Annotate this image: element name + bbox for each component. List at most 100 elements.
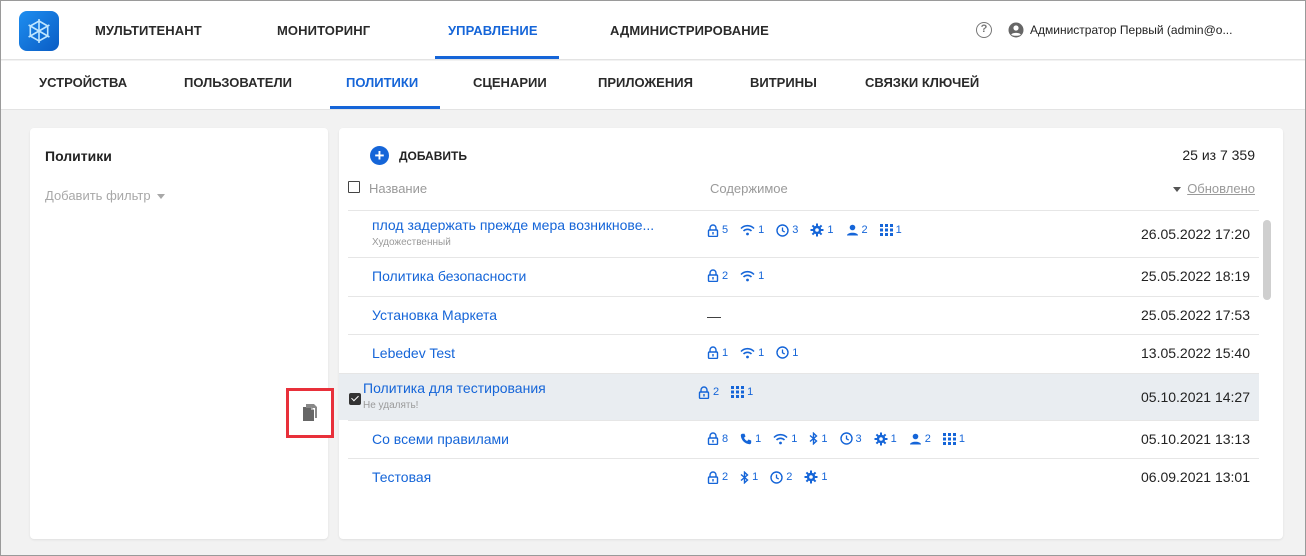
rule-count: 2 <box>713 386 720 398</box>
subnav-active-indicator <box>330 106 440 109</box>
lock-rules-count: 1 <box>707 346 728 359</box>
clock-icon <box>839 432 856 445</box>
topnav-monitoring[interactable]: МОНИТОРИНГ <box>277 23 370 38</box>
rule-count: 3 <box>855 432 862 445</box>
app-frame: МУЛЬТИТЕНАНТ МОНИТОРИНГ УПРАВЛЕНИЕ АДМИН… <box>0 0 1306 556</box>
policy-name-link[interactable]: Lebedev Test <box>372 345 455 361</box>
apps-grid-rules-count: 1 <box>879 224 902 236</box>
table-row[interactable]: Политика для тестирования Не удалять! 2 1 05… <box>339 372 1259 420</box>
rule-count: 1 <box>821 471 828 483</box>
sort-desc-icon <box>1173 187 1182 193</box>
column-header-name[interactable]: Название <box>369 181 427 196</box>
policy-name-link[interactable]: Тестовая <box>372 469 431 485</box>
policy-description: Художественный <box>372 237 451 248</box>
topnav-active-indicator <box>435 56 559 59</box>
table-row[interactable]: Lebedev Test 1 1 1 13.05.2022 15:40 <box>348 334 1259 373</box>
user-name[interactable]: Администратор Первый (admin@o... <box>1030 23 1298 37</box>
add-policy-button[interactable]: + ДОБАВИТЬ <box>370 146 467 165</box>
select-all-checkbox[interactable] <box>348 181 360 193</box>
top-bar: МУЛЬТИТЕНАНТ МОНИТОРИНГ УПРАВЛЕНИЕ АДМИН… <box>1 1 1305 60</box>
rule-count: 1 <box>890 432 897 445</box>
rule-count: 8 <box>722 432 729 445</box>
user-account-icon[interactable] <box>1008 22 1024 38</box>
rule-count: 2 <box>722 471 729 483</box>
rule-count: 5 <box>722 224 729 236</box>
topnav-management[interactable]: УПРАВЛЕНИЕ <box>448 23 538 38</box>
table-row[interactable]: плод задержать прежде мера возникнове...… <box>348 210 1259 257</box>
filter-panel-title: Политики <box>45 148 112 164</box>
apps-grid-icon <box>879 224 896 236</box>
topnav-multitenant[interactable]: МУЛЬТИТЕНАНТ <box>95 23 202 38</box>
topnav-administration[interactable]: АДМИНИСТРИРОВАНИЕ <box>610 23 769 38</box>
clock-icon <box>776 346 792 359</box>
rule-count: 1 <box>792 346 799 359</box>
clock-rules-count: 3 <box>776 223 799 237</box>
table-scrollbar[interactable] <box>1263 220 1271 300</box>
rule-count: 2 <box>786 471 793 483</box>
copy-policy-button[interactable] <box>286 388 334 438</box>
add-policy-label: ДОБАВИТЬ <box>399 148 467 163</box>
policy-content-summary: 8 1 1 1 3 1 2 1 <box>707 432 977 446</box>
add-filter-dropdown[interactable]: Добавить фильтр <box>45 188 165 203</box>
tab-users[interactable]: ПОЛЬЗОВАТЕЛИ <box>184 75 292 90</box>
copy-icon <box>303 404 317 421</box>
policy-content-summary: 2 1 2 1 <box>707 470 840 484</box>
table-row[interactable]: Со всеми правилами 8 1 1 1 3 1 2 1 05.10.2021 13:… <box>348 419 1259 459</box>
updated-date: 05.10.2021 14:27 <box>1141 388 1250 405</box>
tab-policies[interactable]: ПОЛИТИКИ <box>346 75 418 90</box>
apps-grid-icon <box>942 432 959 445</box>
wifi-icon <box>740 270 758 282</box>
lock-rules-count: 8 <box>707 432 728 445</box>
rule-count: 1 <box>758 346 765 359</box>
row-checkbox-checked[interactable] <box>349 392 361 405</box>
wifi-rules-count: 1 <box>740 224 764 236</box>
apps-grid-rules-count: 1 <box>731 386 753 398</box>
updated-date: 06.09.2021 13:01 <box>1141 469 1250 485</box>
policy-name-link[interactable]: Установка Маркета <box>372 307 497 323</box>
table-row[interactable]: Установка Маркета — 25.05.2022 17:53 <box>348 295 1259 335</box>
filter-panel: Политики Добавить фильтр <box>30 128 328 539</box>
tab-scenarios[interactable]: СЦЕНАРИИ <box>473 75 547 90</box>
rule-count: 1 <box>758 269 765 282</box>
gear-rules-count: 1 <box>804 470 828 484</box>
sub-nav-bar: УСТРОЙСТВА ПОЛЬЗОВАТЕЛИ ПОЛИТИКИ СЦЕНАРИ… <box>1 61 1305 110</box>
rule-count: 2 <box>722 269 729 282</box>
column-header-content: Содержимое <box>710 181 788 196</box>
policy-name-link[interactable]: Со всеми правилами <box>372 431 509 447</box>
tab-storefronts[interactable]: ВИТРИНЫ <box>750 75 817 90</box>
results-count: 25 из 7 359 <box>1182 147 1255 163</box>
rule-count: 3 <box>792 224 799 236</box>
user-icon <box>846 224 862 236</box>
empty-content-dash: — <box>707 307 721 324</box>
lock-rules-count: 2 <box>707 470 729 484</box>
bluetooth-rules-count: 1 <box>740 470 759 484</box>
tab-devices[interactable]: УСТРОЙСТВА <box>39 75 127 90</box>
wifi-rules-count: 1 <box>740 347 764 359</box>
user-rules-count: 2 <box>909 433 931 445</box>
lock-icon <box>707 470 722 484</box>
clock-icon <box>776 223 792 237</box>
logo-icon[interactable] <box>19 11 59 51</box>
rule-count: 1 <box>791 432 798 445</box>
wifi-icon <box>740 347 758 359</box>
lock-icon <box>707 269 722 282</box>
tab-keychains[interactable]: СВЯЗКИ КЛЮЧЕЙ <box>865 75 979 90</box>
bluetooth-icon <box>740 470 752 484</box>
clock-rules-count: 3 <box>839 432 862 445</box>
policy-name-link[interactable]: Политика для тестирования <box>363 380 546 396</box>
table-row[interactable]: Тестовая 2 1 2 1 06.09.2021 13:01 <box>348 458 1259 497</box>
column-header-updated[interactable]: Обновлено <box>1173 181 1255 196</box>
tab-applications[interactable]: ПРИЛОЖЕНИЯ <box>598 75 693 90</box>
rule-count: 1 <box>752 471 759 483</box>
policy-content-summary: 5 1 3 1 2 1 <box>707 223 914 237</box>
lock-rules-count: 2 <box>698 385 720 399</box>
caret-down-icon <box>156 194 165 200</box>
bluetooth-rules-count: 1 <box>809 432 828 445</box>
policy-name-link[interactable]: плод задержать прежде мера возникнове... <box>372 217 654 233</box>
policy-name-link[interactable]: Политика безопасности <box>372 268 526 284</box>
table-row[interactable]: Политика безопасности 2 1 25.05.2022 18:19 <box>348 257 1259 296</box>
lock-rules-count: 2 <box>707 269 728 282</box>
rule-count: 1 <box>747 386 754 398</box>
updated-date: 05.10.2021 13:13 <box>1141 430 1250 447</box>
help-icon[interactable]: ? <box>976 22 992 38</box>
